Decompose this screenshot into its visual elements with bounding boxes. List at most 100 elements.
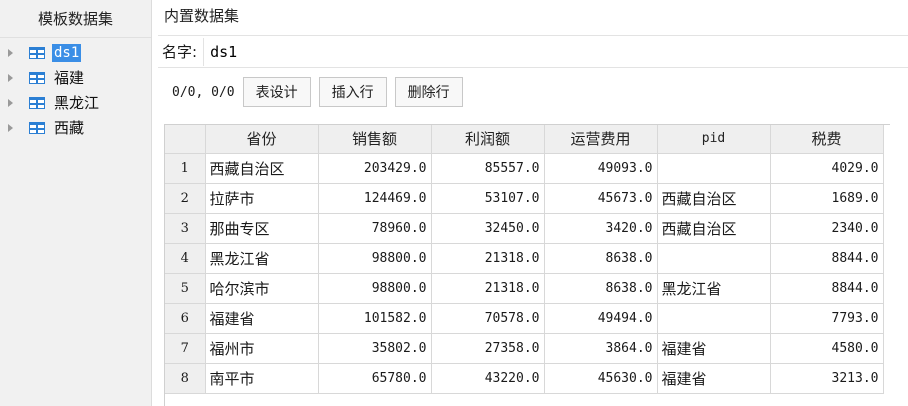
tree-item-fujian[interactable]: 福建 [0, 65, 151, 90]
table-cell[interactable]: 3213.0 [770, 363, 884, 394]
column-header[interactable]: 销售额 [318, 125, 432, 154]
row-number[interactable]: 6 [165, 303, 206, 334]
row-number[interactable]: 2 [165, 183, 206, 214]
table-cell[interactable] [657, 303, 771, 334]
data-table: 省份 销售额 利润额 运营费用 pid 税费 1 西藏自治区 203429.0 … [165, 125, 884, 394]
column-header[interactable]: 省份 [205, 125, 319, 154]
table-cell[interactable]: 4029.0 [770, 153, 884, 184]
table-cell[interactable]: 70578.0 [431, 303, 545, 334]
table-cell[interactable]: 西藏自治区 [657, 213, 771, 244]
table-cell[interactable]: 西藏自治区 [205, 153, 319, 184]
table-cell[interactable]: 101582.0 [318, 303, 432, 334]
table-cell[interactable]: 203429.0 [318, 153, 432, 184]
table-cell[interactable]: 哈尔滨市 [205, 273, 319, 304]
expand-arrow-icon[interactable] [6, 73, 16, 83]
table-cell[interactable]: 7793.0 [770, 303, 884, 334]
table-row: 5 哈尔滨市 98800.0 21318.0 8638.0 黑龙江省 8844.… [165, 273, 884, 304]
table-cell[interactable]: 福建省 [205, 303, 319, 334]
table-header-row: 省份 销售额 利润额 运营费用 pid 税费 [165, 125, 884, 154]
tree-item-xizang[interactable]: 西藏 [0, 115, 151, 140]
table-cell[interactable]: 85557.0 [431, 153, 545, 184]
table-row: 8 南平市 65780.0 43220.0 45630.0 福建省 3213.0 [165, 363, 884, 394]
data-table-container: 省份 销售额 利润额 运营费用 pid 税费 1 西藏自治区 203429.0 … [164, 124, 890, 406]
table-cell[interactable]: 福州市 [205, 333, 319, 364]
table-cell[interactable]: 2340.0 [770, 213, 884, 244]
corner-cell[interactable] [165, 125, 206, 154]
table-toolbar: 0/0, 0/0 表设计 插入行 删除行 [158, 68, 908, 116]
row-number[interactable]: 7 [165, 333, 206, 364]
expand-arrow-icon[interactable] [6, 123, 16, 133]
table-cell[interactable]: 黑龙江省 [205, 243, 319, 274]
dataset-name-input[interactable] [203, 37, 908, 66]
insert-row-button[interactable]: 插入行 [318, 77, 387, 107]
tree-item-ds1[interactable]: ds1 [0, 40, 151, 65]
row-number[interactable]: 4 [165, 243, 206, 274]
dataset-icon [29, 121, 45, 134]
table-cell[interactable]: 45673.0 [544, 183, 658, 214]
table-cell[interactable] [657, 153, 771, 184]
tree-item-label: ds1 [52, 43, 82, 62]
name-row: 名字: [158, 36, 908, 68]
table-cell[interactable]: 拉萨市 [205, 183, 319, 214]
dataset-list-panel: 模板数据集 ds1 福建 黑龙江 西藏 [0, 0, 152, 406]
table-cell[interactable]: 124469.0 [318, 183, 432, 214]
expand-arrow-icon[interactable] [6, 48, 16, 58]
table-cell[interactable]: 4580.0 [770, 333, 884, 364]
table-cell[interactable]: 8638.0 [544, 273, 658, 304]
row-number[interactable]: 1 [165, 153, 206, 184]
delete-row-button[interactable]: 删除行 [394, 77, 463, 107]
expand-arrow-icon[interactable] [6, 98, 16, 108]
table-cell[interactable]: 那曲专区 [205, 213, 319, 244]
tree-item-label: 黑龙江 [54, 94, 100, 112]
table-row: 7 福州市 35802.0 27358.0 3864.0 福建省 4580.0 [165, 333, 884, 364]
table-row: 1 西藏自治区 203429.0 85557.0 49093.0 4029.0 [165, 153, 884, 184]
dataset-icon [29, 71, 45, 84]
table-cell[interactable]: 8844.0 [770, 243, 884, 274]
table-cell[interactable]: 21318.0 [431, 243, 545, 274]
table-cell[interactable]: 78960.0 [318, 213, 432, 244]
table-row: 2 拉萨市 124469.0 53107.0 45673.0 西藏自治区 168… [165, 183, 884, 214]
dataset-icon [29, 46, 45, 59]
table-cell[interactable]: 98800.0 [318, 273, 432, 304]
row-number[interactable]: 3 [165, 213, 206, 244]
column-header[interactable]: pid [657, 125, 771, 154]
name-label: 名字: [162, 43, 198, 61]
table-cell[interactable]: 3420.0 [544, 213, 658, 244]
table-cell[interactable]: 27358.0 [431, 333, 545, 364]
row-number[interactable]: 8 [165, 363, 206, 394]
table-row: 3 那曲专区 78960.0 32450.0 3420.0 西藏自治区 2340… [165, 213, 884, 244]
table-cell[interactable]: 65780.0 [318, 363, 432, 394]
table-cell[interactable]: 21318.0 [431, 273, 545, 304]
column-header[interactable]: 运营费用 [544, 125, 658, 154]
table-cell[interactable]: 福建省 [657, 333, 771, 364]
table-cell[interactable]: 南平市 [205, 363, 319, 394]
dataset-icon [29, 96, 45, 109]
tree-item-heilongjiang[interactable]: 黑龙江 [0, 90, 151, 115]
column-header[interactable]: 税费 [770, 125, 884, 154]
table-cell[interactable]: 8844.0 [770, 273, 884, 304]
table-cell[interactable]: 3864.0 [544, 333, 658, 364]
table-cell[interactable]: 98800.0 [318, 243, 432, 274]
column-header[interactable]: 利润额 [431, 125, 545, 154]
row-col-counter: 0/0, 0/0 [172, 84, 235, 100]
table-row: 4 黑龙江省 98800.0 21318.0 8638.0 8844.0 [165, 243, 884, 274]
table-cell[interactable]: 43220.0 [431, 363, 545, 394]
tree-item-label: 西藏 [54, 119, 85, 137]
table-cell[interactable]: 福建省 [657, 363, 771, 394]
table-cell[interactable]: 35802.0 [318, 333, 432, 364]
table-cell[interactable]: 8638.0 [544, 243, 658, 274]
table-cell[interactable]: 45630.0 [544, 363, 658, 394]
table-design-button[interactable]: 表设计 [242, 77, 311, 107]
table-cell[interactable] [657, 243, 771, 274]
table-cell[interactable]: 49494.0 [544, 303, 658, 334]
table-cell[interactable]: 黑龙江省 [657, 273, 771, 304]
table-row: 6 福建省 101582.0 70578.0 49494.0 7793.0 [165, 303, 884, 334]
table-cell[interactable]: 1689.0 [770, 183, 884, 214]
tree-item-label: 福建 [54, 69, 85, 87]
dataset-tree: ds1 福建 黑龙江 西藏 [0, 38, 151, 140]
table-cell[interactable]: 32450.0 [431, 213, 545, 244]
table-cell[interactable]: 53107.0 [431, 183, 545, 214]
table-cell[interactable]: 西藏自治区 [657, 183, 771, 214]
table-cell[interactable]: 49093.0 [544, 153, 658, 184]
row-number[interactable]: 5 [165, 273, 206, 304]
